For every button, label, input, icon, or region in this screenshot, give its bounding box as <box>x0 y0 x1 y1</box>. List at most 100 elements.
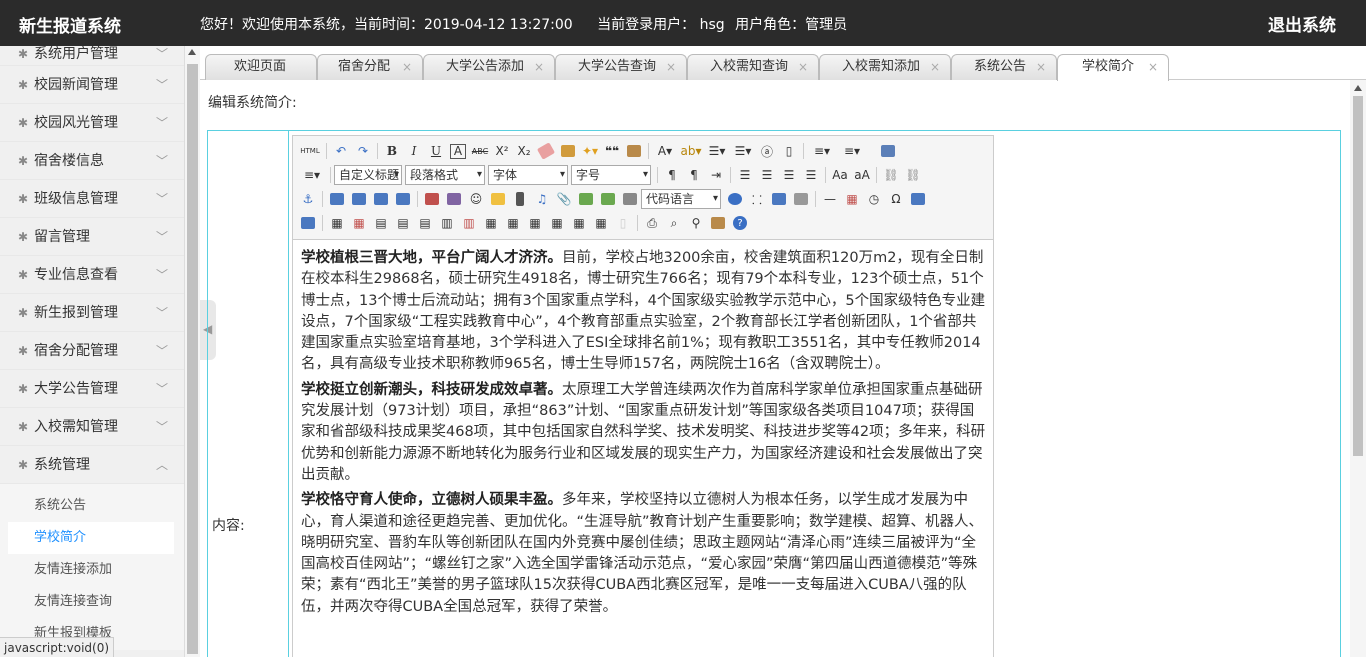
font-family-select[interactable]: 字体 <box>488 165 568 185</box>
help-icon[interactable]: ? <box>733 216 747 230</box>
sub-item-link-add[interactable]: 友情连接添加 <box>0 554 184 586</box>
image-none-icon[interactable] <box>326 189 348 209</box>
bold-button[interactable]: B <box>381 141 403 161</box>
redo-icon[interactable]: ↷ <box>352 141 374 161</box>
tab-school-intro[interactable]: 学校简介 × <box>1057 54 1169 81</box>
tab-notice-query[interactable]: 入校需知查询 × <box>687 54 819 80</box>
date-icon[interactable]: ▦ <box>841 189 863 209</box>
attachment-icon[interactable]: 📎 <box>553 189 575 209</box>
sub-item-link-query[interactable]: 友情连接查询 <box>0 586 184 618</box>
close-icon[interactable]: × <box>798 55 808 79</box>
image-right-icon[interactable] <box>370 189 392 209</box>
multi-image-icon[interactable] <box>443 189 465 209</box>
sidebar-item-news[interactable]: ✱ 校园新闻管理 ﹀ <box>0 66 184 104</box>
scrollbar-thumb[interactable] <box>1353 96 1363 456</box>
insert-col-icon[interactable]: ▥ <box>436 213 458 233</box>
align-justify-icon[interactable]: ☰ <box>800 165 822 185</box>
emotion-icon[interactable]: ☺ <box>465 189 487 209</box>
main-scrollbar[interactable] <box>1350 80 1366 657</box>
close-icon[interactable]: × <box>402 55 412 79</box>
indent-icon[interactable]: ⇥ <box>705 165 727 185</box>
insert-video-icon[interactable] <box>509 189 531 209</box>
editor-content[interactable]: 学校植根三晋大地，平台广阔人才济济。目前，学校占地3200余亩，校舍建筑面积12… <box>301 248 987 622</box>
sidebar-item-admission-notice[interactable]: ✱ 入校需知管理 ﹀ <box>0 408 184 446</box>
split-cols-icon[interactable]: ▦ <box>590 213 612 233</box>
music-icon[interactable]: ♫ <box>531 189 553 209</box>
sidebar-scrollbar[interactable] <box>184 46 200 657</box>
font-size-select[interactable]: 字号 <box>571 165 651 185</box>
select-all-icon[interactable]: ⓐ <box>756 141 778 161</box>
link-icon[interactable]: ⛓ <box>880 165 902 185</box>
sub-item-system-notice[interactable]: 系统公告 <box>0 490 184 522</box>
sidebar-item-system[interactable]: ✱ 系统管理 ︿ <box>0 446 184 484</box>
special-char-button[interactable]: Ω <box>885 189 907 209</box>
pagebreak-icon[interactable]: ⸬ <box>746 189 768 209</box>
rich-text-editor[interactable]: HTML ↶ ↷ B I U A ABC X² X₂ ✦▾ ❝❝ A▾ ab▾ … <box>292 135 994 657</box>
split-rows-icon[interactable]: ▦ <box>568 213 590 233</box>
close-icon[interactable]: × <box>1148 55 1158 79</box>
template-icon[interactable] <box>768 189 790 209</box>
word-image-icon[interactable] <box>907 189 929 209</box>
close-icon[interactable]: × <box>666 55 676 79</box>
gmap-icon[interactable] <box>597 189 619 209</box>
map-icon[interactable] <box>575 189 597 209</box>
image-left-icon[interactable] <box>348 189 370 209</box>
insert-row-icon[interactable]: ▤ <box>392 213 414 233</box>
sidebar-item-registration[interactable]: ✱ 新生报到管理 ﹀ <box>0 294 184 332</box>
italic-button[interactable]: I <box>403 141 425 161</box>
clear-doc-icon[interactable]: ▯ <box>778 141 800 161</box>
ltr-icon[interactable]: ¶ <box>661 165 683 185</box>
html-source-button[interactable]: HTML <box>297 141 323 161</box>
ordered-list-icon[interactable]: ☰▾ <box>704 141 730 161</box>
underline-button[interactable]: U <box>425 141 447 161</box>
line-height-icon[interactable]: ≡▾ <box>297 165 327 185</box>
sidebar-item-dorm-building[interactable]: ✱ 宿舍楼信息 ﹀ <box>0 142 184 180</box>
merge-down-icon[interactable]: ▦ <box>524 213 546 233</box>
rtl-icon[interactable]: ¶ <box>683 165 705 185</box>
format-brush-icon[interactable] <box>557 141 579 161</box>
sidebar-item-system-users[interactable]: ✱ 系统用户管理 ﹀ <box>0 46 184 66</box>
insert-paragraph-before-table-icon[interactable]: ▤ <box>370 213 392 233</box>
tab-system-notice[interactable]: 系统公告 × <box>951 54 1057 80</box>
to-uppercase-icon[interactable]: Aa <box>829 165 851 185</box>
print-icon[interactable]: ⎙ <box>641 213 663 233</box>
background-icon[interactable] <box>790 189 812 209</box>
row-spacing-top-icon[interactable]: ≡▾ <box>807 141 837 161</box>
sidebar-item-messages[interactable]: ✱ 留言管理 ﹀ <box>0 218 184 256</box>
delete-table-icon[interactable]: ▦ <box>348 213 370 233</box>
code-language-select[interactable]: 代码语言 <box>641 189 721 209</box>
tab-dorm-assign[interactable]: 宿舍分配 × <box>317 54 423 80</box>
unordered-list-icon[interactable]: ☰▾ <box>730 141 756 161</box>
align-left-icon[interactable]: ☰ <box>734 165 756 185</box>
sub-item-school-intro[interactable]: 学校简介 <box>8 522 174 554</box>
merge-cells-icon[interactable]: ▦ <box>480 213 502 233</box>
merge-right-icon[interactable]: ▦ <box>502 213 524 233</box>
insert-table-icon[interactable]: ▦ <box>326 213 348 233</box>
close-icon[interactable]: × <box>1036 55 1046 79</box>
delete-row-icon[interactable]: ▤ <box>414 213 436 233</box>
fullscreen-icon[interactable] <box>877 141 899 161</box>
sidebar-item-majors[interactable]: ✱ 专业信息查看 ﹀ <box>0 256 184 294</box>
horizontal-rule-icon[interactable]: — <box>819 189 841 209</box>
strikethrough-button[interactable]: ABC <box>469 141 491 161</box>
scroll-up-icon[interactable] <box>1354 85 1362 91</box>
split-cells-icon[interactable]: ▦ <box>546 213 568 233</box>
chart-icon[interactable]: ▯ <box>612 213 634 233</box>
to-lowercase-icon[interactable]: aA <box>851 165 873 185</box>
auto-format-icon[interactable]: ✦▾ <box>579 141 601 161</box>
frame-icon[interactable] <box>619 189 641 209</box>
sidebar-item-scenery[interactable]: ✱ 校园风光管理 ﹀ <box>0 104 184 142</box>
scroll-up-icon[interactable] <box>188 49 196 55</box>
custom-title-select[interactable]: 自定义标题 <box>334 165 402 185</box>
time-icon[interactable]: ◷ <box>863 189 885 209</box>
search-replace-icon[interactable] <box>297 213 319 233</box>
undo-icon[interactable]: ↶ <box>330 141 352 161</box>
scrawl-icon[interactable] <box>487 189 509 209</box>
close-icon[interactable]: × <box>534 55 544 79</box>
row-spacing-bottom-icon[interactable]: ≡▾ <box>837 141 867 161</box>
paragraph-format-select[interactable]: 段落格式 <box>405 165 485 185</box>
sidebar-item-announcements[interactable]: ✱ 大学公告管理 ﹀ <box>0 370 184 408</box>
back-color-icon[interactable]: ab▾ <box>678 141 704 161</box>
tab-announce-query[interactable]: 大学公告查询 × <box>555 54 687 80</box>
tab-welcome[interactable]: 欢迎页面 <box>205 54 317 80</box>
